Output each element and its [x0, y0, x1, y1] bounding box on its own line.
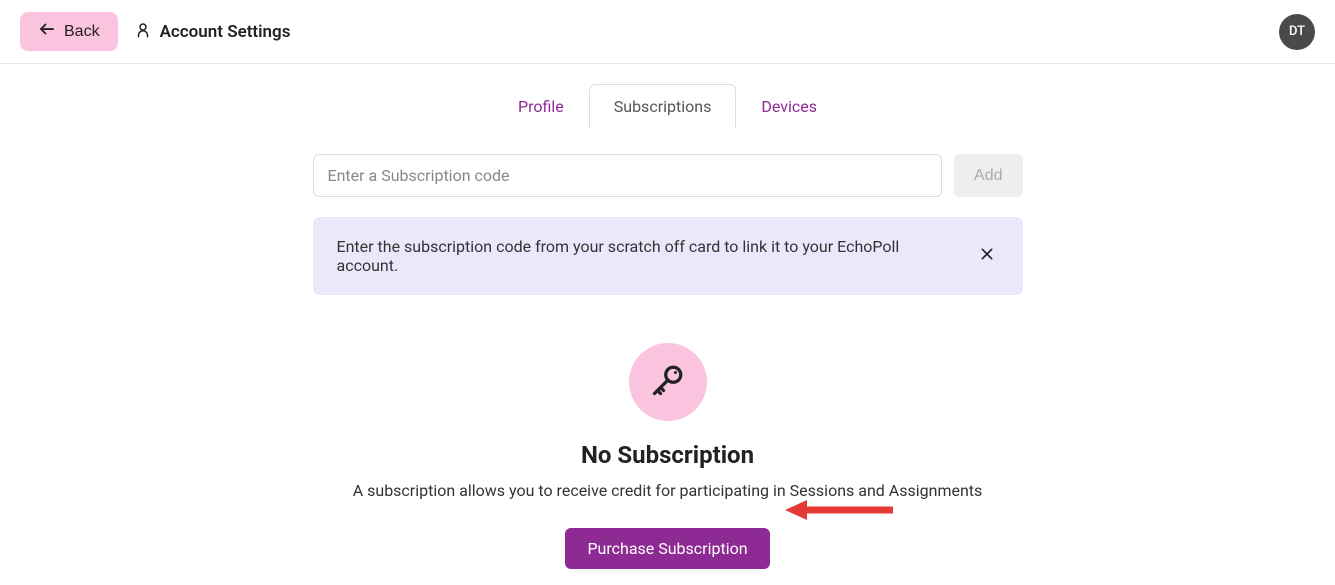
empty-state-title: No Subscription: [313, 441, 1023, 469]
add-button[interactable]: Add: [954, 154, 1022, 197]
subscription-input-row: Add: [313, 154, 1023, 197]
header: Back Account Settings DT: [0, 0, 1335, 64]
key-icon: [650, 362, 686, 402]
tab-profile[interactable]: Profile: [493, 84, 589, 129]
header-left: Back Account Settings: [20, 12, 290, 51]
key-icon-circle: [629, 343, 707, 421]
empty-state-description: A subscription allows you to receive cre…: [313, 481, 1023, 500]
empty-state: No Subscription A subscription allows yo…: [313, 343, 1023, 569]
tab-subscriptions[interactable]: Subscriptions: [589, 84, 737, 129]
close-icon: [979, 246, 995, 267]
main-content: Add Enter the subscription code from you…: [293, 154, 1043, 569]
page-title: Account Settings: [160, 22, 291, 42]
info-banner-text: Enter the subscription code from your sc…: [337, 237, 955, 275]
tab-devices[interactable]: Devices: [736, 84, 842, 129]
page-title-wrap: Account Settings: [134, 21, 291, 43]
tabs: Profile Subscriptions Devices: [0, 84, 1335, 130]
avatar[interactable]: DT: [1279, 14, 1315, 50]
close-banner-button[interactable]: [975, 242, 999, 271]
user-icon: [134, 21, 152, 43]
back-button[interactable]: Back: [20, 12, 118, 51]
info-banner: Enter the subscription code from your sc…: [313, 217, 1023, 295]
purchase-subscription-button[interactable]: Purchase Subscription: [565, 528, 769, 569]
arrow-left-icon: [38, 20, 56, 43]
subscription-code-input[interactable]: [313, 154, 943, 197]
back-label: Back: [64, 23, 100, 41]
